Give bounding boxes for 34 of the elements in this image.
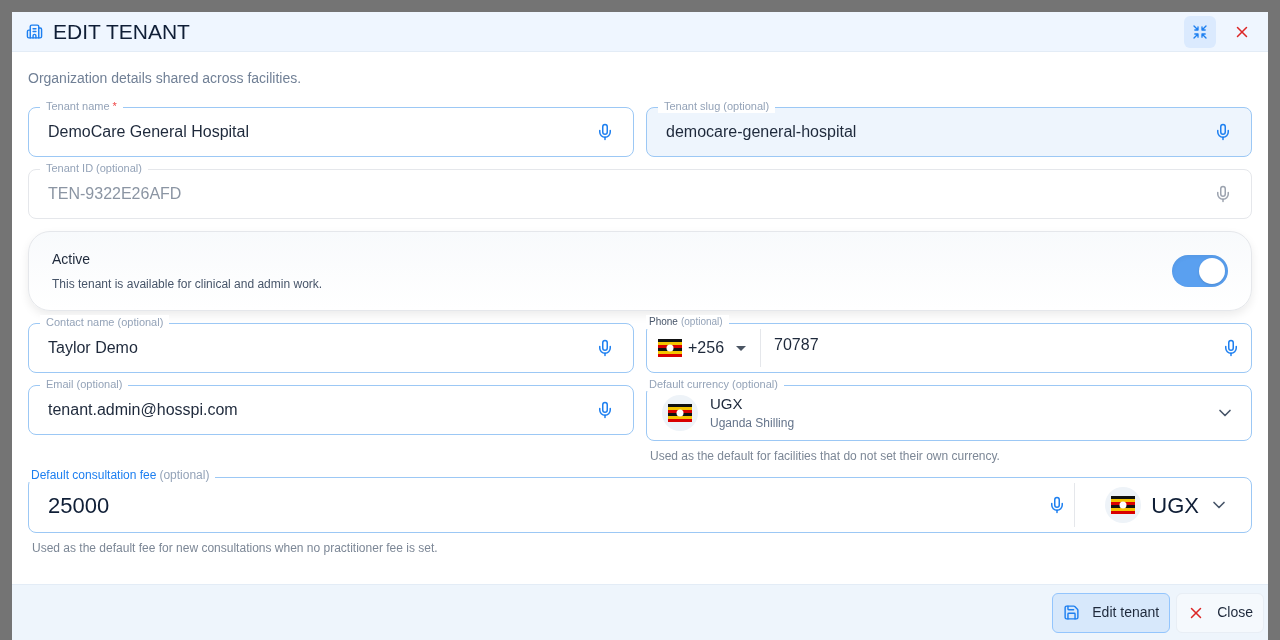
dialog-title: EDIT TENANT [53,18,191,45]
helper-text: Used as the default for facilities that do not set their own currency. [649,448,1001,465]
microphone-icon[interactable] [596,401,614,419]
building-icon [26,23,43,40]
field-value: democare-general-hospital [666,122,858,142]
microphone-icon[interactable] [1214,123,1232,141]
currency-select[interactable]: UGX [1074,483,1251,527]
dial-code: +256 [688,338,725,358]
collapse-button[interactable] [1184,15,1216,48]
currency-name: Uganda Shilling [710,415,796,432]
field-value: DemoCare General Hospital [48,122,250,142]
flag-icon [658,339,682,357]
save-icon [1063,604,1081,621]
save-button[interactable]: Edit tenant [1052,592,1171,633]
toggle-switch[interactable] [1172,255,1228,287]
flag-icon [1111,496,1136,514]
phone-value: 70787 [773,335,820,355]
flag-icon [668,404,692,422]
toggle-title: Active [52,250,92,269]
microphone-icon[interactable] [1222,339,1240,357]
field-value: TEN-9322E26AFD [48,184,183,204]
microphone-icon[interactable] [596,339,614,357]
field-value: 25000 [47,491,111,520]
helper-text: Used as the default fee for new consultations when no practitioner fee is set. [31,540,439,557]
field-value: Taylor Demo [48,338,139,358]
close-button[interactable]: Close [1176,592,1264,633]
toggle-description: This tenant is available for clinical and admin work. [52,276,324,293]
currency-code: UGX [710,394,744,414]
field-value: tenant.admin@hosspi.com [48,400,239,420]
shrink-icon [1192,23,1208,40]
dialog-description: Organization details shared across facilities. [28,69,303,88]
dropdown-icon [736,345,747,351]
microphone-icon[interactable] [596,123,614,141]
currency-code: UGX [1151,491,1199,520]
